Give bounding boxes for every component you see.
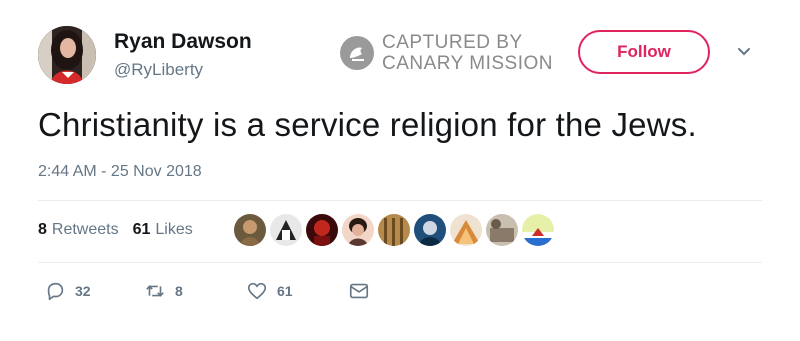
likers-avatars <box>234 214 558 246</box>
avatar[interactable] <box>38 26 96 84</box>
tweet-text: Christianity is a service religion for t… <box>38 106 697 143</box>
heart-icon <box>247 282 267 300</box>
liker-avatar[interactable] <box>270 214 302 246</box>
message-icon <box>349 283 369 299</box>
retweets-stat[interactable]: 8 Retweets <box>38 221 119 239</box>
liker-avatar[interactable] <box>486 214 518 246</box>
reply-count: 32 <box>75 283 91 299</box>
liker-avatar[interactable] <box>522 214 554 246</box>
watermark-line-1: CAPTURED BY <box>382 32 523 53</box>
reply-icon <box>47 282 64 301</box>
likes-count: 61 <box>132 221 151 238</box>
display-name[interactable]: Ryan Dawson <box>114 30 252 54</box>
liker-avatar[interactable] <box>342 214 374 246</box>
follow-button[interactable]: Follow <box>578 30 710 74</box>
liker-avatar[interactable] <box>306 214 338 246</box>
watermark: CAPTURED BY CANARY MISSION <box>340 32 553 74</box>
stats-bar: 8 Retweets 61 Likes <box>38 221 207 239</box>
likes-stat[interactable]: 61 Likes <box>133 221 193 239</box>
retweets-count: 8 <box>38 221 47 238</box>
like-button[interactable]: 61 <box>246 280 293 302</box>
retweet-icon <box>146 285 164 297</box>
reply-button[interactable]: 32 <box>44 280 91 302</box>
direct-message-button[interactable] <box>348 280 379 302</box>
liker-avatar[interactable] <box>450 214 482 246</box>
likes-label: Likes <box>155 221 193 238</box>
liker-avatar[interactable] <box>234 214 266 246</box>
liker-avatar[interactable] <box>414 214 446 246</box>
liker-avatar[interactable] <box>378 214 410 246</box>
like-count: 61 <box>277 283 293 299</box>
user-handle[interactable]: @RyLiberty <box>114 60 203 80</box>
retweet-count: 8 <box>175 283 183 299</box>
retweets-label: Retweets <box>51 221 119 238</box>
retweet-button[interactable]: 8 <box>144 280 183 302</box>
canary-mission-logo <box>340 36 374 70</box>
chevron-down-icon[interactable] <box>736 44 752 60</box>
divider-bottom <box>38 262 762 263</box>
watermark-line-2: CANARY MISSION <box>382 53 554 74</box>
divider-top <box>38 200 762 201</box>
tweet-timestamp[interactable]: 2:44 AM - 25 Nov 2018 <box>38 163 202 181</box>
